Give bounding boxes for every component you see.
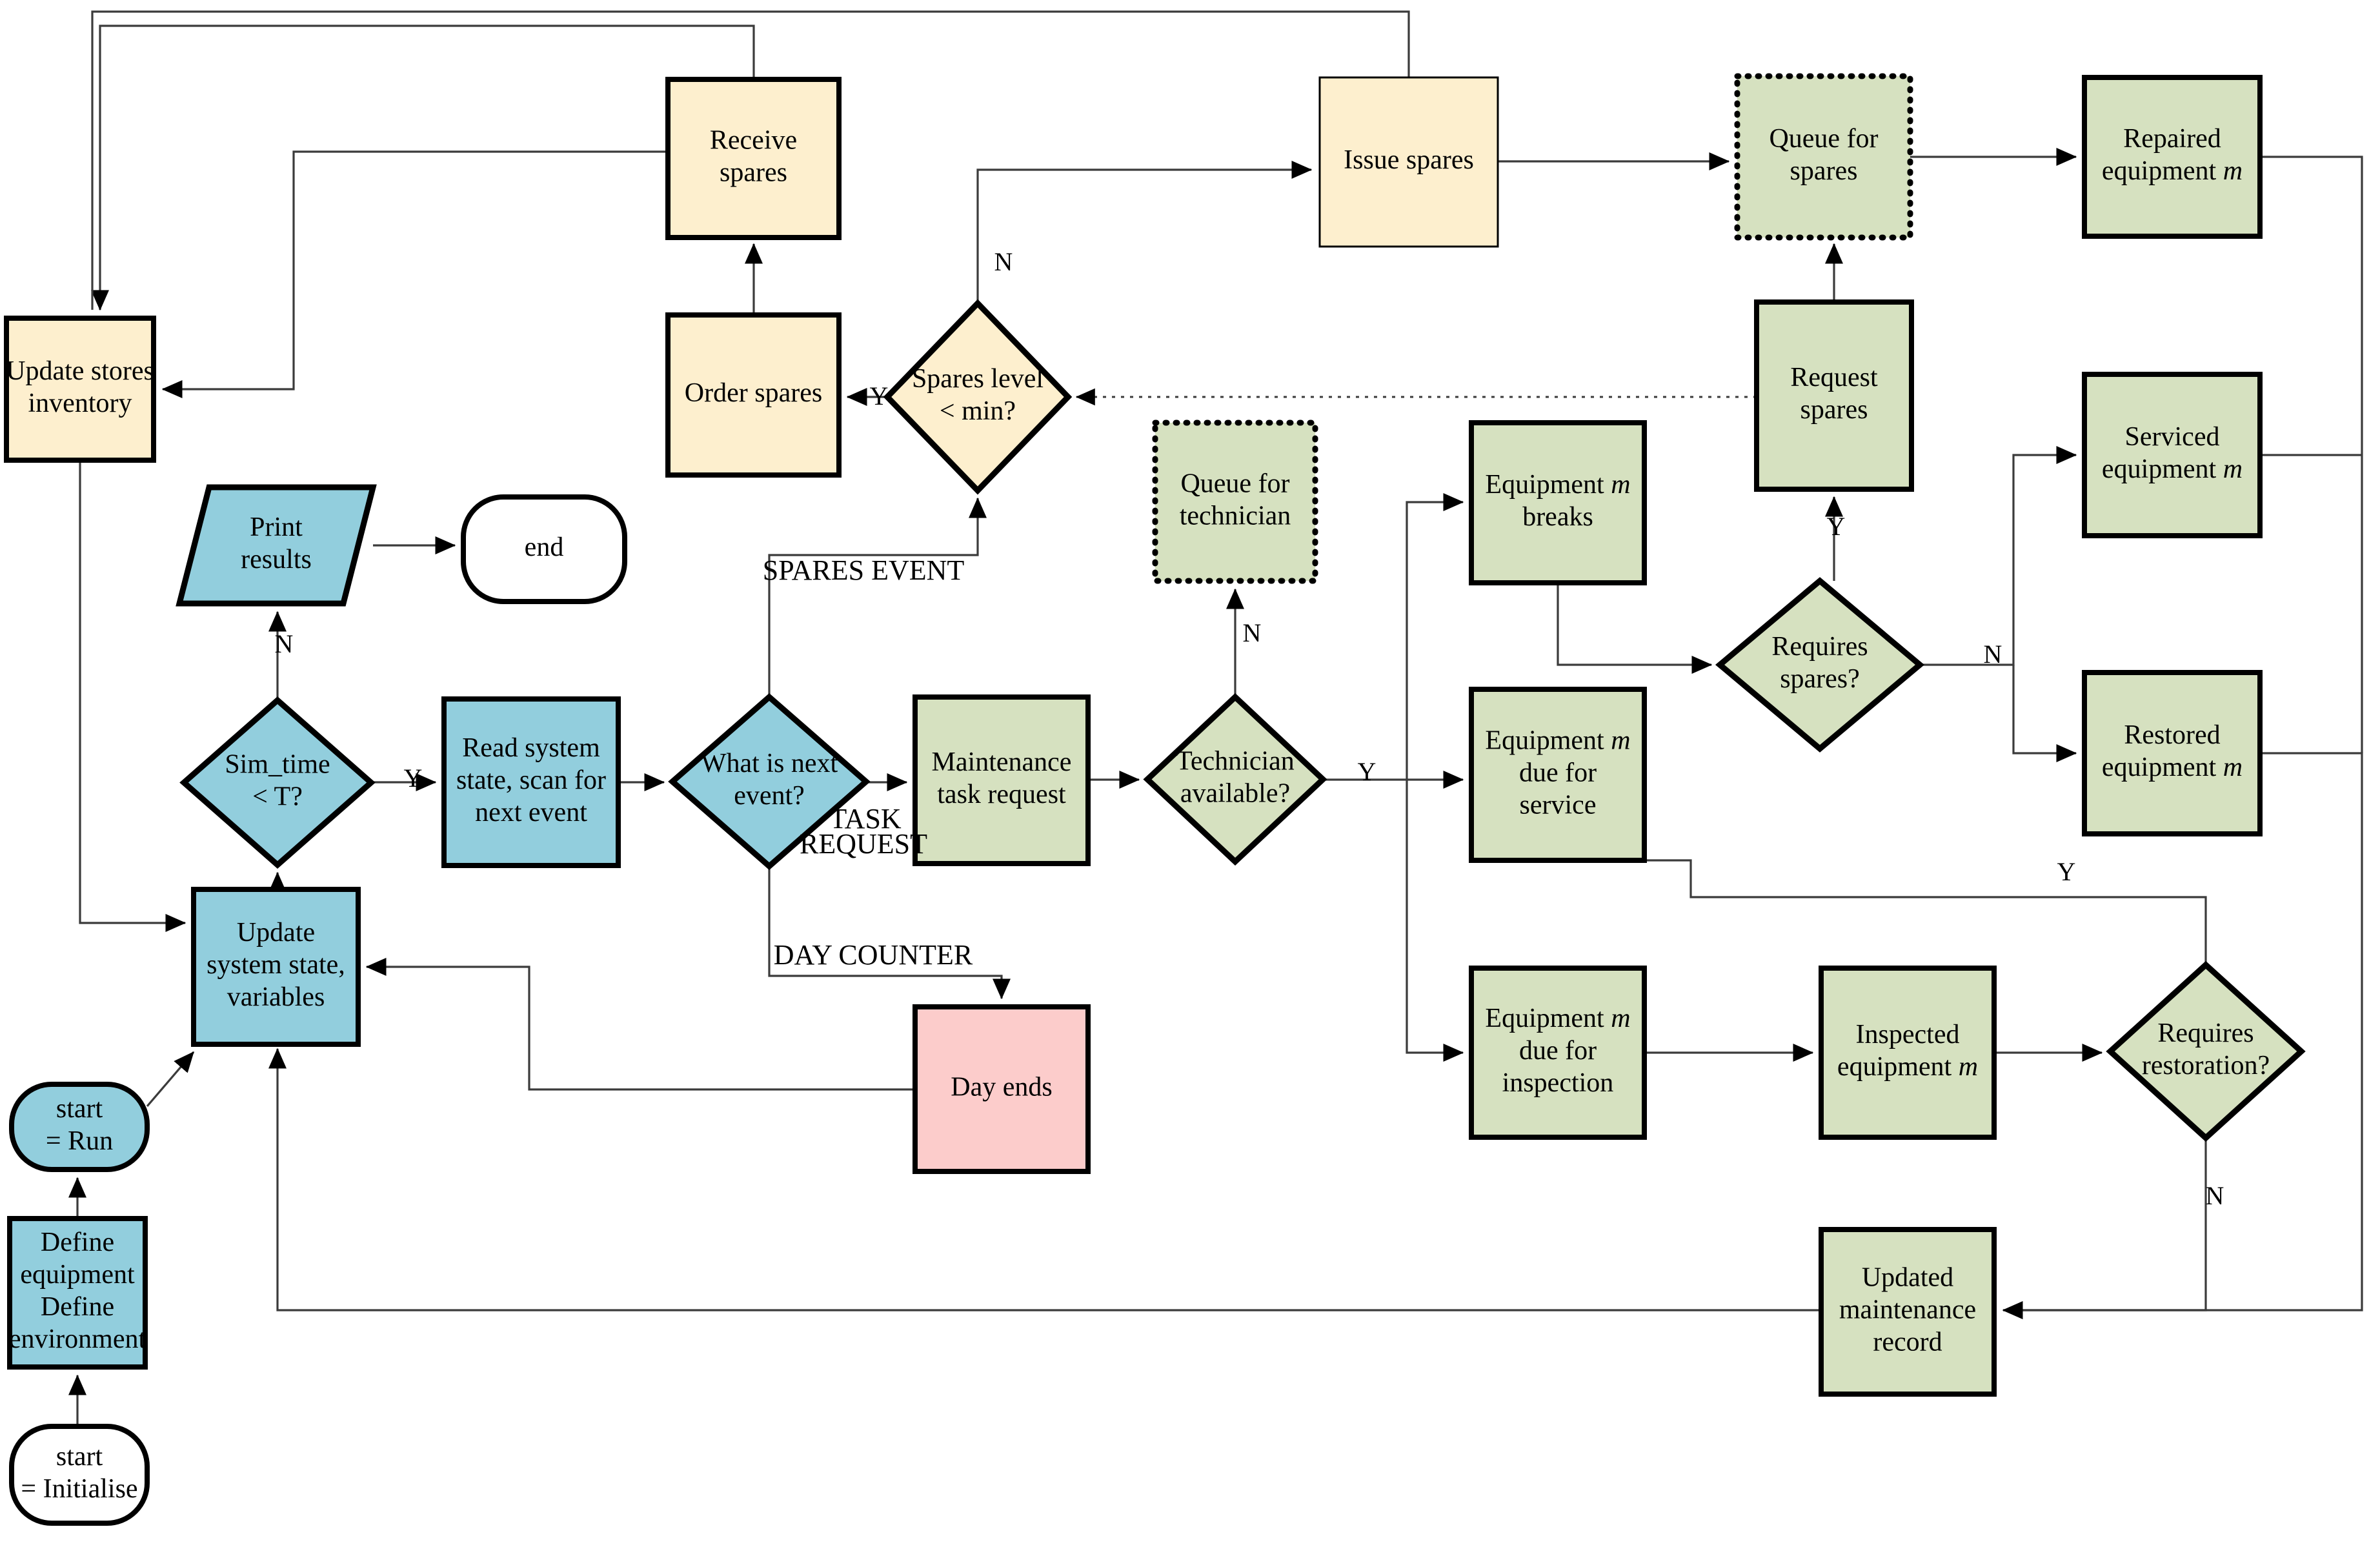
edge-label-lbl_n_simtime: N xyxy=(275,629,294,658)
edge-label-lbl_y_reqrest: Y xyxy=(2057,857,2076,886)
node-print_results[interactable]: Print results xyxy=(176,484,377,607)
node-sim_time[interactable]: Sim_time < T? xyxy=(179,696,376,869)
flowchart-canvas: Update stores inventory Receive spares Order… xyxy=(0,0,2380,1549)
edge-label-lbl_task_request2: REQUEST xyxy=(800,828,927,860)
node-spares_level[interactable]: Spares level < min? xyxy=(883,299,1073,495)
node-order_spares[interactable]: Order spares xyxy=(665,312,842,478)
edge-requiresspares-n-serviced xyxy=(1920,445,2077,666)
edge-label-lbl_y_tech: Y xyxy=(1358,757,1377,786)
edge-tech-y-inspection xyxy=(1406,780,1464,1062)
edge-label-lbl_spares_event: SPARES EVENT xyxy=(763,554,965,586)
node-day_ends[interactable]: Day ends xyxy=(913,1004,1091,1174)
edge-requiresrest-n-updatedmaint xyxy=(2002,1138,2207,1320)
edge-label-lbl_n_reqspares: N xyxy=(1984,640,2002,669)
node-end[interactable]: end xyxy=(461,494,627,604)
edge-label-lbl_n_tech: N xyxy=(1243,618,1262,647)
node-maint_task[interactable]: Maintenance task request xyxy=(913,694,1091,866)
node-define_eq[interactable]: Define equipment Define environment xyxy=(7,1216,148,1370)
edge-label-lbl_n_spares: N xyxy=(994,247,1013,276)
node-requires_spares[interactable]: Requires spares? xyxy=(1715,577,1925,753)
edge-breaks-to-requiresspares xyxy=(1557,583,1713,674)
edge-label-lbl_n_reqrest: N xyxy=(2206,1181,2224,1210)
node-eq_service[interactable]: Equipment m due for service xyxy=(1469,687,1647,863)
node-start_run[interactable]: start = Run xyxy=(9,1082,150,1172)
node-inspected_eq[interactable]: Inspected equipment m xyxy=(1819,966,1997,1140)
node-update_stores[interactable]: Update stores inventory xyxy=(4,316,156,463)
edge-receive-to-update-top xyxy=(90,25,755,311)
edge-service-to-restorationline xyxy=(1644,859,2059,898)
edge-order-loop-to-update xyxy=(161,150,668,399)
node-queue_tech[interactable]: Queue for technician xyxy=(1152,420,1318,584)
edge-whatnext-sparesevent xyxy=(768,497,987,697)
node-read_system[interactable]: Read system state, scan for next event xyxy=(441,696,621,868)
node-updated_maint[interactable]: Updated maintenance record xyxy=(1819,1227,1997,1397)
node-tech_available[interactable]: Technician available? xyxy=(1143,693,1327,866)
edge-label-lbl_y_spares: Y xyxy=(870,381,889,410)
node-start_init[interactable]: start = Initialise xyxy=(9,1424,150,1526)
edge-label-lbl_y_reqspares: Y xyxy=(1827,512,1846,541)
node-layer: Update stores inventory Receive spares Order… xyxy=(4,73,2306,1526)
edge-requiresspares-n-restored xyxy=(2012,665,2077,763)
node-label-order_spares: Order spares xyxy=(685,378,822,408)
node-receive_spares[interactable]: Receive spares xyxy=(665,77,842,240)
edge-tech-y-breaks xyxy=(1323,492,1464,781)
edge-startrun-to-updatesystem xyxy=(146,1051,195,1108)
edge-spareslevel-n-issue xyxy=(976,160,1313,303)
node-eq_breaks[interactable]: Equipment m breaks xyxy=(1469,420,1647,585)
edge-dayends-to-updatesystem xyxy=(365,957,915,1091)
node-queue_spares[interactable]: Queue for spares xyxy=(1734,73,1913,241)
node-update_system[interactable]: Update system state, variables xyxy=(191,887,361,1047)
edge-whatnext-daycounter xyxy=(768,866,1011,1000)
edge-label-lbl_day_counter: DAY COUNTER xyxy=(774,939,973,971)
node-restored_eq[interactable]: Restored equipment m xyxy=(2082,670,2263,836)
node-label-end: end xyxy=(525,532,564,562)
node-label-issue_spares: Issue spares xyxy=(1344,145,1474,175)
node-issue_spares[interactable]: Issue spares xyxy=(1318,76,1499,248)
edge-updatestores-to-updatesystem xyxy=(79,460,187,933)
edge-label-lbl_y_simtime: Y xyxy=(404,764,423,793)
node-eq_inspection[interactable]: Equipment m due for inspection xyxy=(1469,966,1647,1140)
node-label-day_ends: Day ends xyxy=(951,1072,1052,1102)
node-request_spares[interactable]: Request spares xyxy=(1754,299,1914,492)
flowchart-svg: Update stores inventory Receive spares Order… xyxy=(4,10,2363,1526)
node-requires_rest[interactable]: Requires restoration? xyxy=(2106,960,2306,1142)
edge-y-join-restoration xyxy=(2059,896,2207,965)
node-serviced_eq[interactable]: Serviced equipment m xyxy=(2082,372,2263,538)
node-label-read_system: Read system state, scan for next event xyxy=(456,733,606,827)
node-repaired_eq[interactable]: Repaired equipment m xyxy=(2082,75,2263,239)
